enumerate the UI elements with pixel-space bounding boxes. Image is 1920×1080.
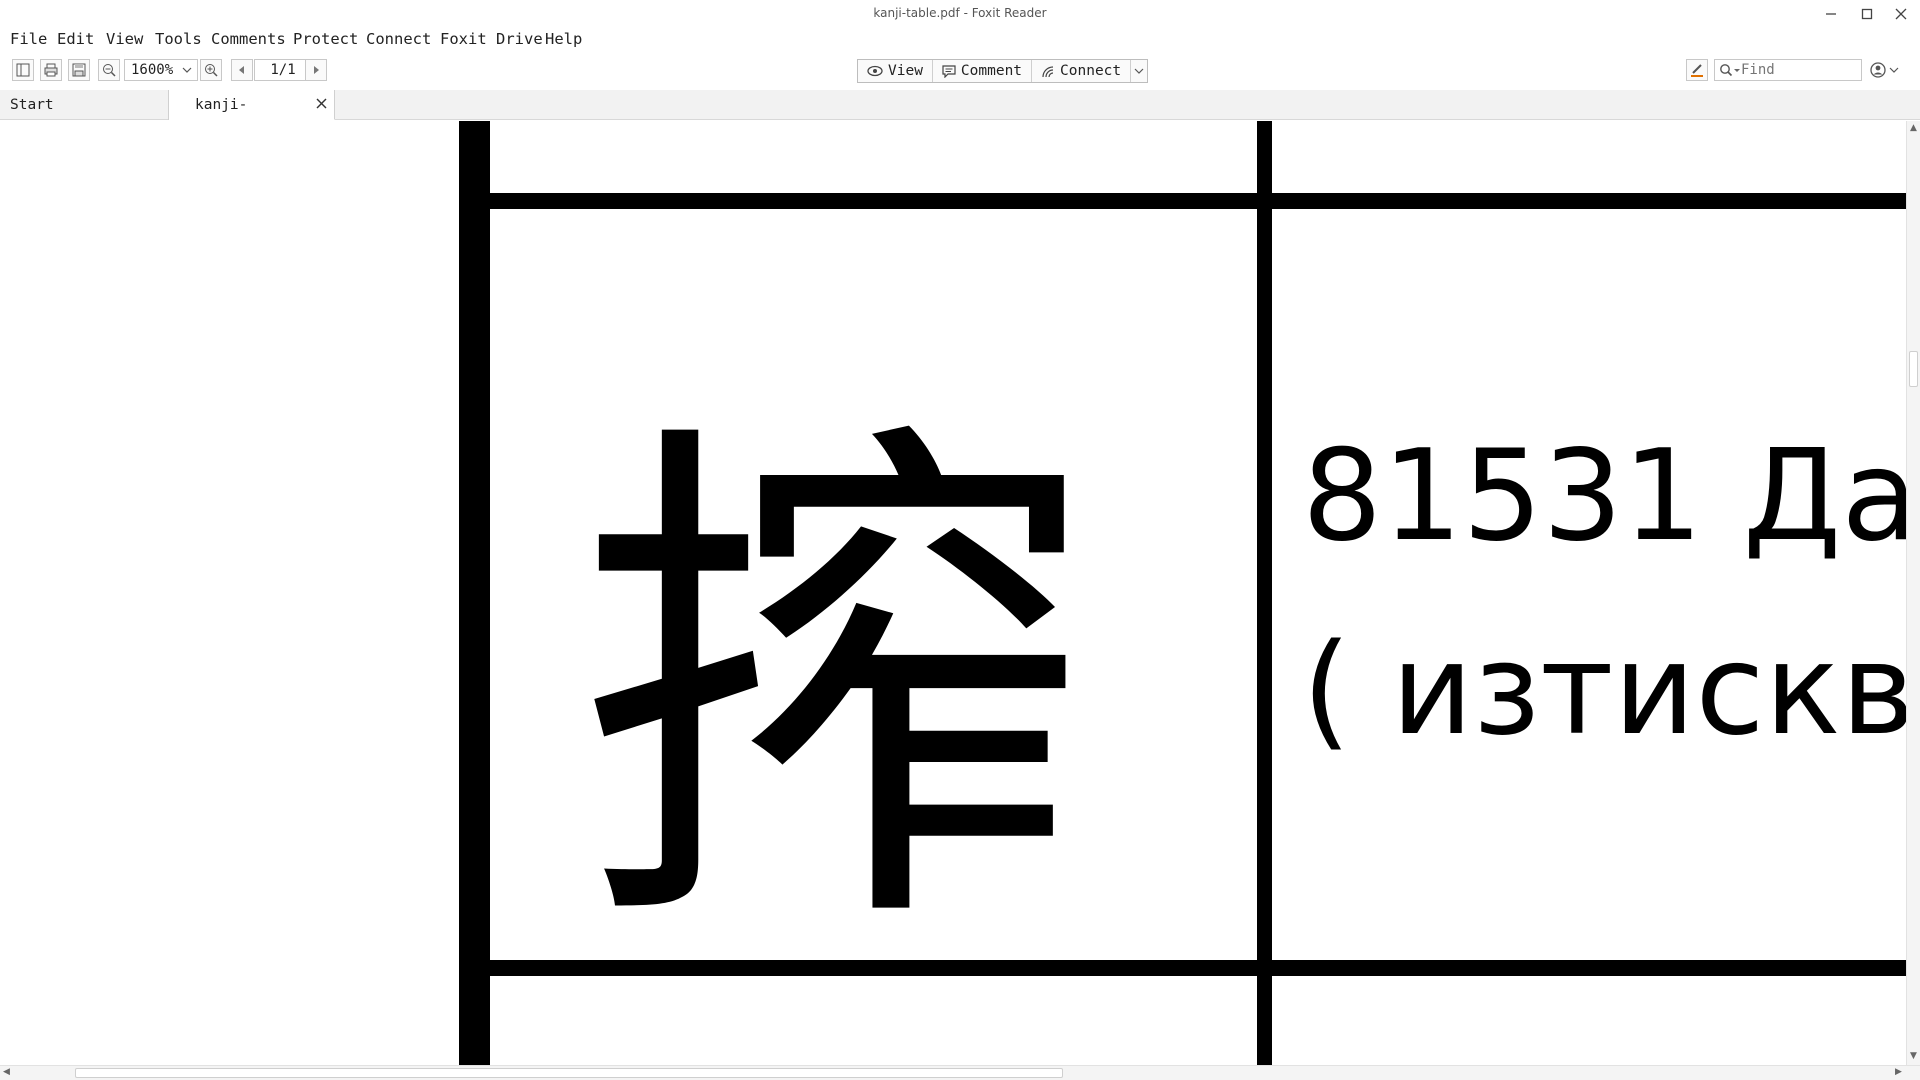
zoom-out-button[interactable] (98, 59, 120, 81)
chevron-left-icon (239, 66, 244, 74)
window-title: kanji-table.pdf - Foxit Reader (873, 6, 1047, 20)
previous-page-button[interactable] (231, 59, 253, 81)
tab-document[interactable]: kanji-table.p... (169, 90, 335, 143)
user-icon (1870, 62, 1886, 78)
menu-comments[interactable]: Comments (211, 30, 286, 48)
comment-icon (942, 64, 956, 78)
zoom-value: 1600% (131, 62, 174, 78)
find-input[interactable] (1741, 62, 1851, 78)
vertical-scroll-thumb[interactable] (1909, 351, 1918, 387)
page-number-field[interactable]: 1/1 (254, 59, 312, 81)
horizontal-scrollbar[interactable]: ◀ ▶ (0, 1065, 1920, 1080)
comment-mode-label: Comment (960, 63, 1023, 79)
close-icon (1895, 8, 1907, 20)
zoom-in-button[interactable] (200, 59, 222, 81)
chevron-down-icon (1134, 68, 1144, 74)
close-window-button[interactable] (1890, 4, 1912, 24)
menu-tools[interactable]: Tools (155, 30, 202, 48)
chevron-down-icon (182, 67, 192, 73)
view-mode-button[interactable]: View (858, 60, 933, 82)
zoom-out-icon (103, 64, 116, 77)
minimize-button[interactable] (1820, 4, 1842, 24)
table-border-top (490, 193, 1906, 209)
zoom-in-icon (205, 64, 218, 77)
scroll-right-icon[interactable]: ▶ (1895, 1067, 1902, 1077)
find-box[interactable] (1714, 59, 1862, 81)
tab-bar: Start kanji-table.p... (0, 90, 1920, 143)
minimize-icon (1826, 13, 1836, 15)
scroll-up-icon[interactable]: ▲ (1910, 123, 1917, 133)
menu-help[interactable]: Help (545, 30, 582, 48)
menu-protect[interactable]: Protect (293, 30, 358, 48)
menu-connect[interactable]: Connect (366, 30, 431, 48)
printer-icon (44, 63, 58, 77)
close-icon (316, 98, 327, 109)
menu-view[interactable]: View (106, 30, 143, 48)
document-view[interactable]: 搾 81531 Да ( изтисква (0, 121, 1906, 1065)
connect-mode-label: Connect (1060, 63, 1122, 79)
scroll-left-icon[interactable]: ◀ (3, 1067, 10, 1077)
save-button[interactable] (68, 59, 90, 81)
comment-mode-button[interactable]: Comment (933, 60, 1033, 82)
tab-start[interactable]: Start (0, 90, 169, 120)
pen-icon (1691, 64, 1703, 77)
chevron-down-icon (1889, 67, 1899, 73)
account-menu-button[interactable] (1870, 59, 1906, 81)
connect-mode-button[interactable]: Connect (1032, 60, 1132, 82)
table-border-middle (1257, 121, 1272, 1065)
scroll-down-icon[interactable]: ▼ (1910, 1051, 1917, 1061)
menu-file[interactable]: File (10, 30, 47, 48)
close-tab-button[interactable] (316, 90, 327, 120)
save-icon (72, 63, 86, 77)
vertical-scrollbar[interactable]: ▲ ▼ (1906, 121, 1920, 1065)
horizontal-scroll-thumb[interactable] (75, 1068, 1063, 1078)
mode-dropdown-button[interactable] (1131, 60, 1147, 82)
entry-line-2: ( изтисква (1302, 616, 1906, 763)
maximize-button[interactable] (1856, 4, 1878, 24)
search-icon (1720, 64, 1740, 77)
highlight-tool-button[interactable] (1686, 59, 1708, 81)
entry-line-1: 81531 Да (1302, 422, 1906, 569)
connect-icon (1042, 65, 1054, 77)
title-bar: kanji-table.pdf - Foxit Reader (0, 0, 1920, 28)
kanji-character: 搾 (575, 383, 1095, 989)
sidebar-toggle-button[interactable] (12, 59, 34, 81)
maximize-icon (1861, 8, 1873, 20)
tab-start-label: Start (10, 97, 54, 113)
eye-icon (867, 65, 883, 77)
menu-foxit-drive[interactable]: Foxit Drive (440, 30, 543, 48)
chevron-right-icon (314, 66, 319, 74)
print-button[interactable] (40, 59, 62, 81)
next-page-button[interactable] (305, 59, 327, 81)
mode-switcher: View Comment Connect (857, 59, 1149, 83)
panel-icon (16, 63, 30, 77)
menu-edit[interactable]: Edit (57, 30, 94, 48)
zoom-select[interactable]: 1600% (124, 59, 198, 81)
view-mode-label: View (888, 63, 923, 79)
menu-bar: File Edit View Tools Comments Protect Co… (0, 28, 1920, 50)
table-border-left (459, 121, 490, 1065)
